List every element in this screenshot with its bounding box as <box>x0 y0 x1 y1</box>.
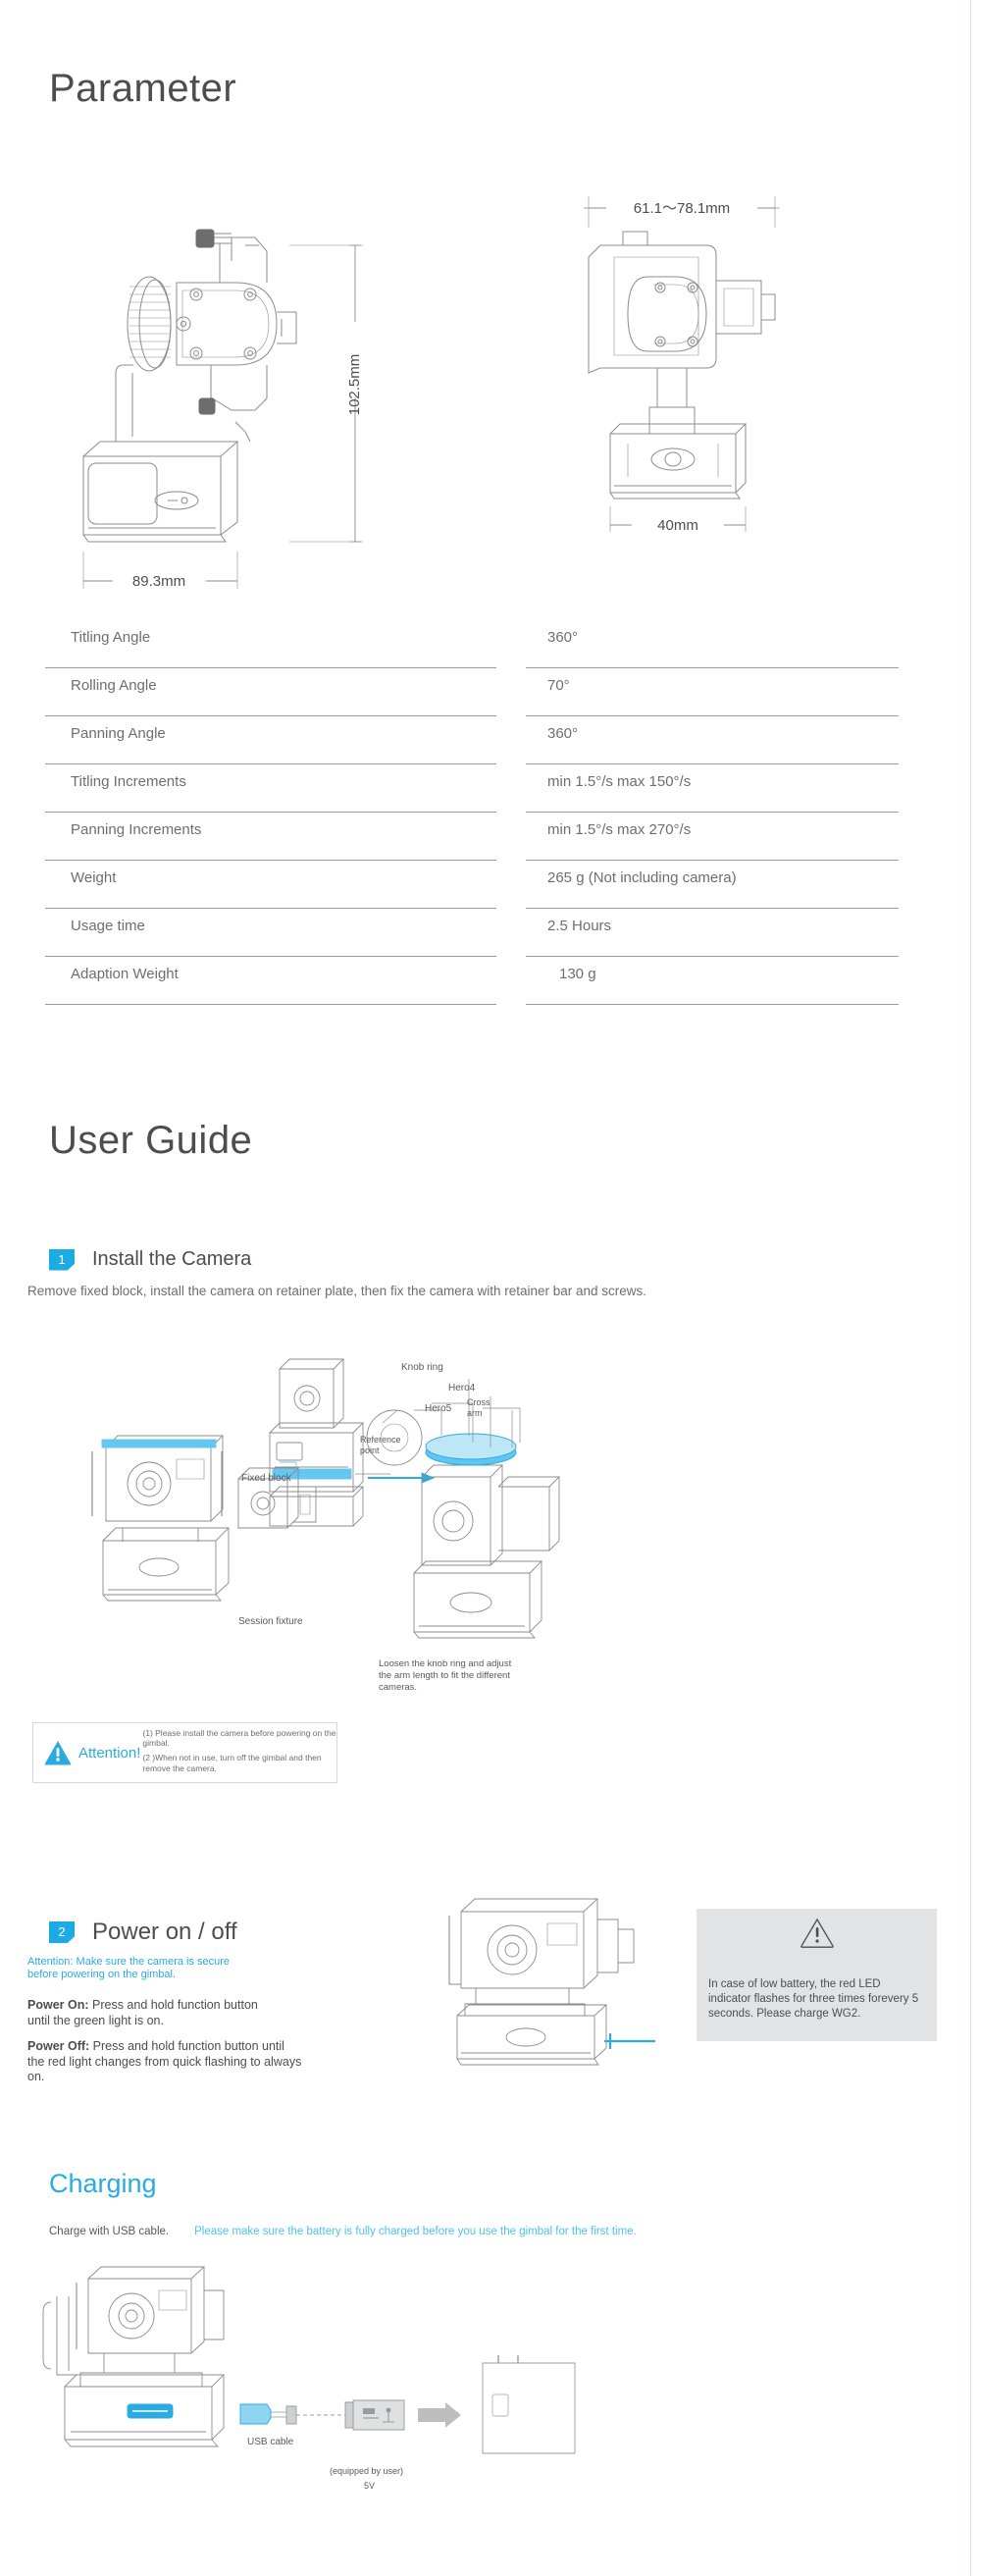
attention-items: (1) Please install the camera before pow… <box>140 1728 336 1778</box>
spec-name: Adaption Weight <box>45 957 496 1005</box>
section-title-charging: Charging <box>49 2169 157 2198</box>
spec-name: Weight <box>45 861 496 909</box>
table-row: Panning Increments min 1.5°/s max 270°/s <box>45 813 899 861</box>
spec-value: 2.5 Hours <box>526 909 899 957</box>
warning-triangle-icon <box>44 1741 72 1765</box>
page-title-user-guide: User Guide <box>49 1119 253 1162</box>
step2-gimbal-illustration <box>448 1898 655 2066</box>
callout-hero4: Hero4 <box>448 1383 476 1393</box>
spec-value: min 1.5°/s max 150°/s <box>526 764 899 813</box>
step-1-description: Remove fixed block, install the camera o… <box>27 1284 647 1298</box>
attention-label: Attention! <box>78 1744 141 1761</box>
callout-session-fixture: Session fixture <box>238 1616 303 1627</box>
callout-hero5: Hero5 <box>425 1403 452 1414</box>
page-title-parameter: Parameter <box>49 67 237 110</box>
specification-table: Titling Angle 360° Rolling Angle 70° Pan… <box>45 620 899 1005</box>
callout-reference-point: Reference point <box>360 1435 401 1456</box>
step-title: Power on / off <box>92 1919 237 1945</box>
table-row: Adaption Weight 130 g <box>45 957 899 1005</box>
front-base-dim: 40mm <box>657 517 698 534</box>
charging-text-right: Please make sure the battery is fully ch… <box>194 2226 637 2237</box>
spec-value: 70° <box>526 668 899 716</box>
gimbal-side-view-drawing: 102.5mm 89.3mm <box>82 229 363 590</box>
side-height-dim: 102.5mm <box>346 354 363 416</box>
spec-name: Titling Angle <box>45 620 496 668</box>
table-row: Usage time 2.5 Hours <box>45 909 899 957</box>
charging-text-left: Charge with USB cable. <box>49 2226 170 2237</box>
caption-adapter-note: (equipped by user) <box>330 2466 404 2476</box>
spec-value: 360° <box>526 716 899 764</box>
attention-box: Attention! (1) Please install the camera… <box>32 1722 337 1783</box>
step-title: Install the Camera <box>92 1248 252 1270</box>
power-on-label: Power On: <box>27 1998 89 2012</box>
low-battery-note-text: In case of low battery, the red LED indi… <box>708 1978 919 2020</box>
spec-value: 265 g (Not including camera) <box>526 861 899 909</box>
table-row: Rolling Angle 70° <box>45 668 899 716</box>
table-row: Panning Angle 360° <box>45 716 899 764</box>
attention-label-group: Attention! <box>33 1740 140 1765</box>
caption-adapter-voltage: 5V <box>364 2481 376 2491</box>
spec-name: Panning Increments <box>45 813 496 861</box>
spec-name: Usage time <box>45 909 496 957</box>
step-number-badge: 1 <box>49 1248 75 1271</box>
caption-usb-cable: USB cable <box>247 2437 294 2447</box>
table-row: Titling Increments min 1.5°/s max 150°/s <box>45 764 899 813</box>
charging-illustration <box>42 2266 576 2454</box>
spec-value: 130 g <box>526 957 899 1005</box>
step-1-header: 1 Install the Camera <box>49 1248 251 1271</box>
step-number-badge: 2 <box>49 1921 75 1943</box>
front-width-dim: 61.1～78.1mm <box>634 200 730 217</box>
power-on-instruction: Power On: Press and hold function button… <box>27 1998 283 2028</box>
spec-value: 360° <box>526 620 899 668</box>
step-2-attention-note: Attention: Make sure the camera is secur… <box>27 1956 231 1981</box>
side-width-dim: 89.3mm <box>132 573 185 590</box>
low-battery-note-box: In case of low battery, the red LED indi… <box>697 1909 937 2041</box>
callout-loosen-knob-note: Loosen the knob ring and adjust the arm … <box>379 1658 512 1693</box>
spec-name: Titling Increments <box>45 764 496 813</box>
gimbal-front-view-drawing: 61.1～78.1mm 40mm <box>584 196 780 534</box>
attention-item: (1) Please install the camera before pow… <box>142 1727 336 1749</box>
callout-cross-arm: Cross arm <box>467 1397 490 1419</box>
callout-knob-ring: Knob ring <box>401 1362 443 1373</box>
table-row: Titling Angle 360° <box>45 620 899 668</box>
page-edge-rule <box>970 0 971 2576</box>
charging-description: Charge with USB cable. Please make sure t… <box>49 2226 637 2237</box>
spec-name: Panning Angle <box>45 716 496 764</box>
attention-item: (2 )When not in use, turn off the gimbal… <box>142 1753 322 1773</box>
step-2-header: 2 Power on / off <box>49 1919 237 1946</box>
spec-value: min 1.5°/s max 270°/s <box>526 813 899 861</box>
callout-fixed-block: Fixed block <box>241 1473 291 1484</box>
spec-name: Rolling Angle <box>45 668 496 716</box>
document-page: Parameter 102.5mm 89.3mm 61.1～78.1mm 40m… <box>0 0 981 2576</box>
table-row: Weight 265 g (Not including camera) <box>45 861 899 909</box>
warning-triangle-icon <box>800 1919 834 1948</box>
power-off-label: Power Off: <box>27 2039 90 2053</box>
power-off-instruction: Power Off: Press and hold function butto… <box>27 2039 302 2085</box>
